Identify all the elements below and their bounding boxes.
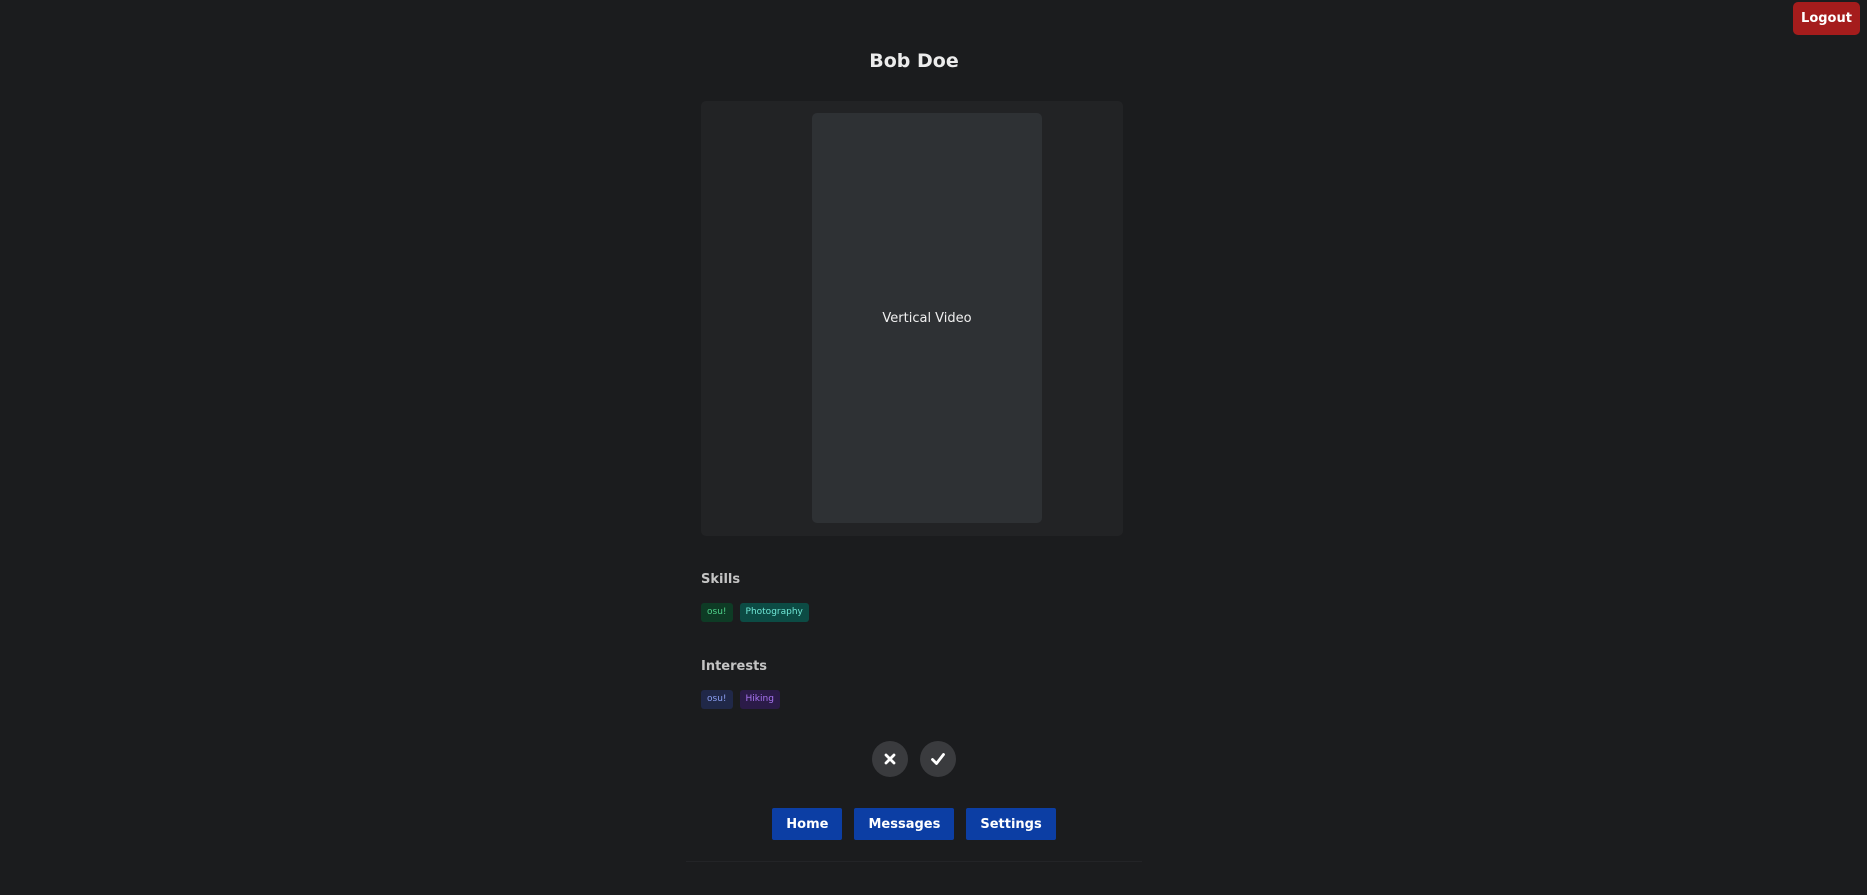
video-container: Vertical Video [701,101,1123,536]
check-icon [931,753,945,765]
accept-button[interactable] [920,741,956,777]
close-icon [884,753,896,765]
logout-button[interactable]: Logout [1793,2,1860,35]
interest-tag-osu: osu! [701,690,733,709]
skill-tag-osu: osu! [701,603,733,622]
nav-messages-button[interactable]: Messages [854,808,955,840]
vertical-video[interactable]: Vertical Video [812,113,1042,523]
nav-settings-button[interactable]: Settings [966,808,1056,840]
video-placeholder-label: Vertical Video [882,310,972,326]
interest-tag-hiking: Hiking [739,690,780,709]
interests-list: osu! Hiking [701,690,780,709]
nav-home-button[interactable]: Home [772,808,843,840]
skills-title: Skills [701,572,741,587]
interests-title: Interests [701,659,768,674]
skills-list: osu! Photography [701,603,809,622]
profile-card: Bob Doe Vertical Video Skills osu! Photo… [686,0,1142,862]
reject-button[interactable] [872,741,908,777]
bottom-nav: Home Messages Settings [686,808,1142,840]
match-actions [686,741,1142,777]
profile-name: Bob Doe [869,50,959,72]
skill-tag-photography: Photography [739,603,809,622]
